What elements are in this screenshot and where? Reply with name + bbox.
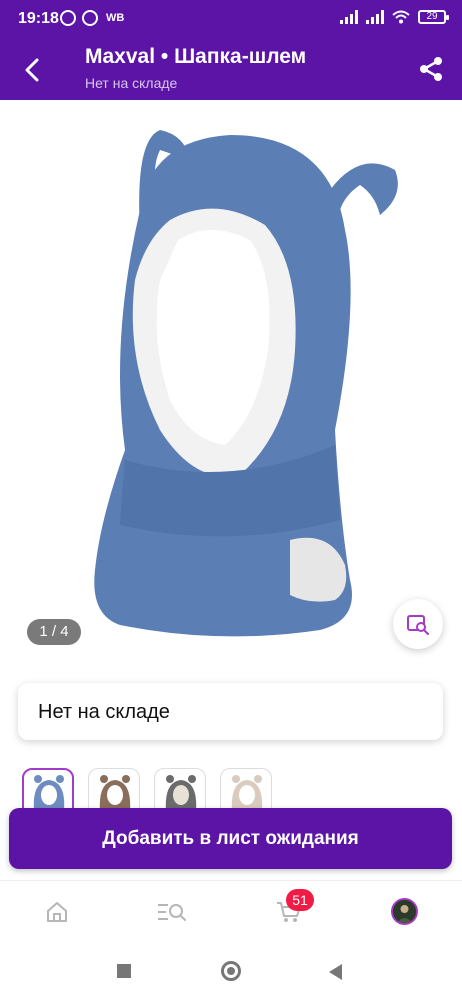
product-image [94,130,398,637]
visual-search-icon [407,615,429,635]
nav-home[interactable] [40,895,74,929]
app-header: Maxval • Шапка-шлем Нет на складе [0,38,462,100]
nav-catalog[interactable] [155,895,189,929]
profile-avatar-icon[interactable] [391,898,418,925]
battery-icon: 29 [418,10,449,24]
wifi-icon [392,10,410,24]
back-button[interactable] [14,52,50,88]
carrier-label: WB [106,12,125,24]
home-button[interactable] [221,961,241,981]
signal-icon [366,10,384,24]
add-to-waitlist-button[interactable]: Добавить в лист ожидания [9,808,452,869]
system-back-button[interactable] [329,964,342,980]
status-time: 19:18 [18,10,59,27]
status-bar: 19:18 WB 29 [0,0,462,38]
status-right-icons: 29 [340,10,449,24]
page-subtitle: Нет на складе [85,75,178,91]
recent-apps-button[interactable] [117,964,131,978]
home-icon [47,902,67,922]
share-button[interactable] [414,52,448,86]
cart-badge: 51 [286,889,314,911]
system-nav-bar [0,942,462,1000]
viber-icon [82,10,98,26]
status-left-icons: WB [60,10,124,26]
catalog-search-icon [158,904,186,921]
share-icon [420,57,442,81]
stock-status-card: Нет на складе [18,683,443,740]
page-title: Maxval • Шапка-шлем [85,45,307,68]
chevron-left-icon [25,58,39,82]
product-gallery[interactable] [0,100,462,660]
alarm-icon [60,10,76,26]
stock-status-text: Нет на складе [38,701,170,723]
avatar-image [393,900,416,923]
signal-icon [340,10,358,24]
visual-search-button[interactable] [393,599,443,649]
gallery-counter: 1 / 4 [27,619,81,645]
